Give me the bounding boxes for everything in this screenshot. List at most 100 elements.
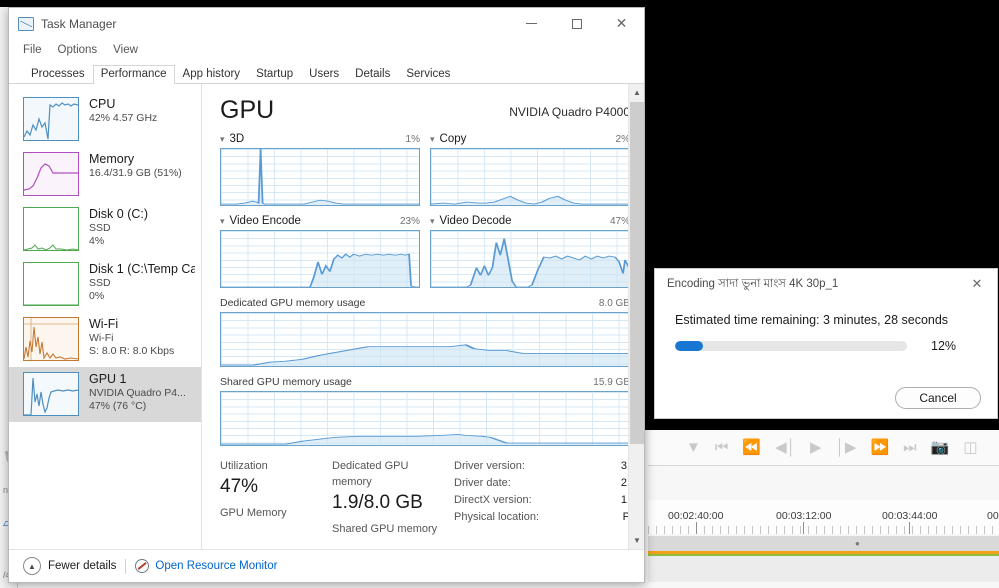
gpu-stats: Utilization 47% GPU Memory Dedicated GPU… (220, 458, 630, 538)
status-bar: ▲ Fewer details Open Resource Monitor (9, 549, 644, 582)
open-resource-monitor-label: Open Resource Monitor (155, 560, 278, 572)
screen: 🗑 ne ⏥ /4 ▼ ⏮ ⏪ ◀│ ▶ │▶ ⏩ ⏭ 📷 ◫ 00:02:40… (0, 0, 999, 588)
engine-value: 47% (609, 215, 630, 227)
info-label: Driver date: (454, 477, 511, 489)
sidebar-item-sub2: 4% (89, 235, 105, 247)
info-row: Driver version: 3. (454, 458, 630, 475)
close-button[interactable]: ✕ (599, 8, 644, 39)
progress-percent-label: 12% (931, 339, 957, 353)
timecode-label: 00:02:40:00 (668, 510, 724, 522)
marker-icon[interactable]: ▼ (686, 440, 701, 455)
info-label: Driver version: (454, 460, 525, 472)
stat-caption-2: GPU Memory (220, 507, 287, 519)
timecode-label: 00:03:44:00 (882, 510, 938, 522)
chevron-down-icon[interactable]: ▾ (430, 216, 435, 226)
encoding-dialog-body: Estimated time remaining: 3 minutes, 28 … (655, 299, 997, 378)
engine-value: 23% (399, 215, 420, 227)
engine-label: Video Decode (439, 215, 512, 227)
encoding-dialog: Encoding সাদা ভুনা মাংস 4K 30p_1 ✕ Estim… (654, 268, 998, 419)
tab-startup[interactable]: Startup (248, 65, 301, 85)
cancel-button[interactable]: Cancel (895, 387, 981, 409)
snapshot-icon[interactable]: 📷 (931, 440, 950, 455)
sidebar-item-disk1[interactable]: Disk 1 (C:\Temp Ca SSD 0% (9, 257, 201, 312)
chevron-down-icon[interactable]: ▾ (220, 134, 225, 144)
close-icon: ✕ (971, 276, 983, 291)
tab-strip[interactable]: Processes Performance App history Startu… (9, 61, 644, 84)
sidebar-item-gpu1[interactable]: GPU 1 NVIDIA Quadro P4... 47% (76 °C) (9, 367, 201, 422)
stat-caption: Dedicated GPU memory (332, 460, 409, 488)
timeline-clip-marker[interactable]: ● (855, 539, 860, 548)
device-name: NVIDIA Quadro P4000 (509, 105, 630, 119)
sidebar-item-label: GPU 1 (89, 372, 127, 386)
tab-performance[interactable]: Performance (92, 64, 175, 84)
tab-users[interactable]: Users (301, 65, 347, 85)
menu-file[interactable]: File (23, 44, 42, 56)
sidebar-item-disk0[interactable]: Disk 0 (C:) SSD 4% (9, 202, 201, 257)
performance-body: CPU 42% 4.57 GHz Memory 16.4/31.9 GB (51… (9, 84, 644, 549)
menu-view[interactable]: View (113, 44, 138, 56)
engine-video-decode[interactable]: ▾ Video Decode 47% (430, 215, 630, 288)
sidebar-item-sub2: 47% (76 °C) (89, 400, 147, 412)
page-title: GPU (220, 96, 275, 124)
sidebar-item-wifi[interactable]: Wi-Fi Wi-Fi S: 8.0 R: 8.0 Kbps (9, 312, 201, 367)
timeline-track-row[interactable] (648, 556, 999, 582)
fewer-details-button[interactable]: ▲ Fewer details (23, 557, 116, 575)
gpu-thumbnail-chart (23, 372, 79, 416)
menu-bar[interactable]: File Options View (9, 39, 644, 61)
scroll-up-icon[interactable]: ▲ (629, 84, 644, 101)
scroll-down-icon[interactable]: ▼ (629, 532, 644, 549)
tab-processes[interactable]: Processes (23, 65, 93, 85)
step-back-icon[interactable]: ◀│ (775, 440, 796, 455)
sidebar-item-label: Disk 1 (C:\Temp Ca (89, 262, 195, 276)
overlay-icon[interactable]: ◫ (963, 440, 977, 455)
play-icon[interactable]: ▶ (810, 440, 822, 455)
info-label: Physical location: (454, 511, 539, 523)
gpu-detail-pane: GPU NVIDIA Quadro P4000 ▾ 3D 1% ▾ Copy 2… (202, 84, 644, 549)
go-to-end-icon[interactable]: ⏭ (903, 440, 917, 455)
timeline-ruler[interactable]: 00:02:40:00 00:03:12:00 00:03:44:00 00: (648, 500, 999, 534)
scrollbar-thumb[interactable] (630, 102, 644, 444)
ruler-ticks (648, 526, 999, 534)
info-row: DirectX version: 1. (454, 492, 630, 509)
encoding-dialog-title-bar[interactable]: Encoding সাদা ভুনা মাংস 4K 30p_1 ✕ (655, 269, 997, 299)
ruler-major-tick (696, 522, 697, 534)
go-to-start-icon[interactable]: ⏮ (715, 440, 729, 455)
status-divider (125, 558, 127, 574)
engine-video-encode[interactable]: ▾ Video Encode 23% (220, 215, 420, 288)
chevron-down-icon[interactable]: ▾ (220, 216, 225, 226)
encoding-dialog-close-button[interactable]: ✕ (957, 269, 997, 299)
shared-memory-header: Shared GPU memory usage 15.9 GB (220, 376, 630, 388)
fast-forward-icon[interactable]: ⏩ (870, 440, 889, 455)
progress-row: 12% (675, 339, 977, 353)
timecode-label: 00: (987, 510, 999, 522)
sidebar-item-label: Memory (89, 152, 135, 166)
menu-options[interactable]: Options (58, 44, 98, 56)
tab-app-history[interactable]: App history (175, 65, 249, 85)
title-bar[interactable]: Task Manager ✕ (9, 8, 644, 39)
engine-3d[interactable]: ▾ 3D 1% (220, 133, 420, 206)
chart-video-encode (220, 230, 420, 288)
chart-3d (220, 148, 420, 206)
sidebar-item-cpu[interactable]: CPU 42% 4.57 GHz (9, 92, 201, 147)
sidebar-item-label: CPU (89, 97, 116, 111)
tab-services[interactable]: Services (398, 65, 458, 85)
sidebar-item-sub: SSD (89, 222, 111, 234)
step-forward-icon[interactable]: │▶ (836, 440, 857, 455)
encoding-dialog-footer: Cancel (655, 378, 997, 418)
gpu-info-list: Driver version: 3. Driver date: 2. Direc… (444, 458, 630, 538)
chevron-down-icon[interactable]: ▾ (430, 134, 435, 144)
open-resource-monitor-link[interactable]: Open Resource Monitor (135, 559, 277, 573)
transport-controls[interactable]: ▼ ⏮ ⏪ ◀│ ▶ │▶ ⏩ ⏭ 📷 ◫ (648, 430, 999, 466)
minimize-button[interactable] (509, 8, 554, 39)
estimated-time-remaining: Estimated time remaining: 3 minutes, 28 … (675, 313, 949, 327)
sidebar-item-memory[interactable]: Memory 16.4/31.9 GB (51%) (9, 147, 201, 202)
detail-scrollbar[interactable]: ▲ ▼ (628, 84, 644, 549)
resource-sidebar[interactable]: CPU 42% 4.57 GHz Memory 16.4/31.9 GB (51… (9, 84, 202, 549)
maximize-button[interactable] (554, 8, 599, 39)
engine-copy[interactable]: ▾ Copy 2% (430, 133, 630, 206)
cpu-thumbnail-chart (23, 97, 79, 141)
step-back-fast-icon[interactable]: ⏪ (742, 440, 761, 455)
window-controls[interactable]: ✕ (509, 8, 644, 39)
sidebar-item-sub: NVIDIA Quadro P4... (89, 387, 186, 399)
tab-details[interactable]: Details (347, 65, 398, 85)
